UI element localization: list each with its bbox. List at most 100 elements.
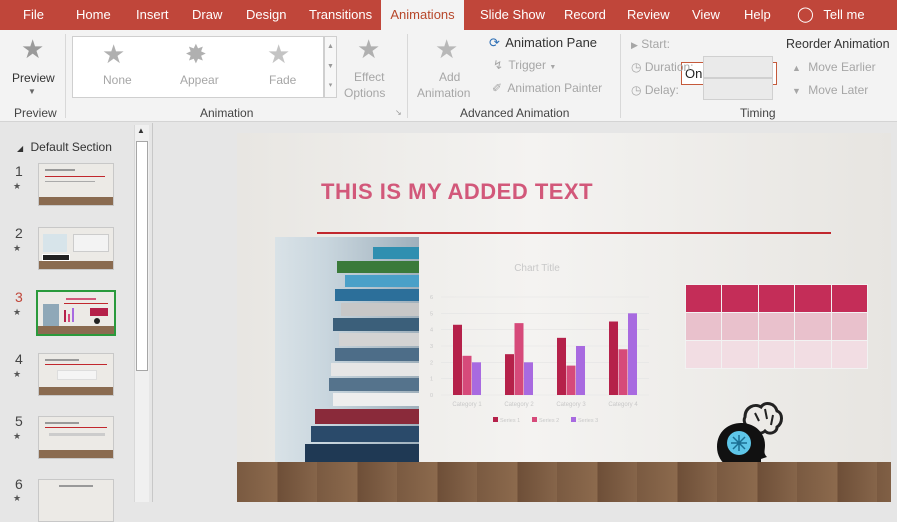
gallery-item-appear[interactable]: ✸ Appear (170, 41, 230, 93)
animation-pane-icon: ⟳ (489, 35, 500, 50)
legend-label: Series 3 (578, 418, 598, 424)
slide-thumbnail-5[interactable] (38, 416, 114, 459)
tab-transitions[interactable]: Transitions (309, 0, 372, 30)
table-cell[interactable] (684, 340, 723, 369)
none-star-icon: ★ (102, 39, 126, 69)
add-animation-label-1: Add (439, 70, 461, 84)
animation-pane-button[interactable]: ⟳ Animation Pane (489, 35, 597, 53)
clock-icon: ◷ (631, 83, 642, 97)
table-header-cell[interactable] (794, 284, 832, 313)
tab-help[interactable]: Help (744, 0, 771, 30)
section-header[interactable]: ◢ Default Section (17, 140, 112, 154)
tab-draw[interactable]: Draw (192, 0, 222, 30)
legend-label: Series 1 (500, 418, 520, 424)
gallery-up-icon[interactable]: ▲ (325, 37, 336, 57)
move-earlier-button[interactable]: ▲ Move Earlier (792, 60, 876, 74)
start-label: ▶ Start: (631, 37, 670, 51)
y-tick-label: 2 (430, 360, 433, 366)
gallery-down-icon[interactable]: ▼ (325, 57, 336, 77)
ribbon-separator (65, 34, 66, 118)
x-tick-label: Category 2 (504, 402, 534, 408)
slide-thumbnail-4[interactable] (38, 353, 114, 396)
thumbnail-scrollbar[interactable]: ▲ (134, 125, 149, 502)
gallery-label-none: None (103, 73, 132, 87)
slide-thumbnail-2[interactable] (38, 227, 114, 270)
chevron-down-icon: ▼ (549, 64, 557, 71)
table-header-cell[interactable] (684, 284, 723, 313)
advanced-animation-group-label: Advanced Animation (460, 106, 570, 120)
bar-chart[interactable]: Chart Title 0 1 2 3 4 5 6 Category 1 Category 2… (417, 253, 657, 438)
chart-x-ticks: Category 1 Category 2 Category 3 Category 4 (452, 402, 638, 408)
table-cell[interactable] (830, 312, 869, 341)
table-cell[interactable] (757, 340, 796, 369)
legend-swatch (571, 417, 576, 422)
legend-label: Series 2 (539, 418, 559, 424)
table-cell[interactable] (684, 312, 723, 341)
animation-painter-button[interactable]: ✐ Animation Painter (492, 81, 602, 99)
effect-options-button[interactable]: ★ Effect Options (342, 34, 400, 102)
x-tick-label: Category 3 (556, 402, 586, 408)
tab-insert[interactable]: Insert (136, 0, 169, 30)
slide-thumbnail-6[interactable] (38, 479, 114, 522)
gallery-item-fade[interactable]: ★ Fade (253, 41, 313, 93)
tab-design[interactable]: Design (246, 0, 286, 30)
move-later-button[interactable]: ▼ Move Later (792, 83, 868, 97)
gallery-scroll[interactable]: ▲ ▼ ▾ (324, 36, 337, 98)
tab-slide-show[interactable]: Slide Show (480, 0, 545, 30)
chart-title: Chart Title (514, 263, 560, 274)
table-header-cell[interactable] (721, 284, 759, 313)
tab-file[interactable]: File (23, 0, 44, 30)
duration-stepper[interactable] (703, 56, 773, 78)
gallery-item-none[interactable]: ★ None (89, 41, 149, 93)
table-row (684, 312, 869, 341)
trigger-button[interactable]: ↯ Trigger ▼ (493, 58, 556, 76)
chart-bar (505, 354, 514, 395)
slide-title[interactable]: THIS IS MY ADDED TEXT (321, 179, 593, 205)
scrollbar-thumb[interactable] (136, 141, 148, 371)
slide-number: 4 (15, 351, 23, 367)
gallery-more-icon[interactable]: ▾ (325, 77, 336, 95)
slide-thumbnail-1[interactable] (38, 163, 114, 206)
preview-button[interactable]: ★ Preview ▼ (8, 34, 60, 100)
tab-view[interactable]: View (692, 0, 720, 30)
slide-number: 6 (15, 476, 23, 492)
y-tick-label: 4 (430, 328, 433, 334)
timing-group-label: Timing (740, 106, 776, 120)
add-animation-icon: ★ (435, 34, 459, 64)
data-table[interactable] (684, 284, 869, 369)
table-cell[interactable] (721, 340, 759, 369)
legend-swatch (493, 417, 498, 422)
reorder-animation-label: Reorder Animation (786, 37, 890, 51)
table-cell[interactable] (794, 340, 832, 369)
delay-stepper[interactable] (703, 78, 773, 100)
slide-thumbnail-3[interactable] (36, 290, 116, 336)
trigger-icon: ↯ (493, 58, 504, 72)
tell-me-search[interactable]: ◯ Tell me (797, 0, 865, 30)
tab-record[interactable]: Record (564, 0, 606, 30)
table-header-cell[interactable] (830, 284, 869, 313)
tab-home[interactable]: Home (76, 0, 111, 30)
trigger-label: Trigger (508, 58, 546, 72)
table-cell[interactable] (721, 312, 759, 341)
chart-bar (618, 349, 628, 395)
play-icon: ▶ (631, 40, 638, 50)
table-header-cell[interactable] (757, 284, 796, 313)
wood-floor (237, 462, 891, 502)
triangle-up-icon: ▲ (792, 63, 801, 73)
book-stack-image[interactable] (275, 237, 419, 462)
slide[interactable]: THIS IS MY ADDED TEXT Chart Title 0 1 2 3 4 5… (237, 133, 891, 502)
table-cell[interactable] (794, 312, 832, 341)
chart-bar (514, 323, 524, 395)
dialog-launcher-icon[interactable]: ↘ (395, 108, 402, 117)
add-animation-button[interactable]: ★ Add Animation (413, 34, 485, 102)
preview-group-label: Preview (14, 106, 57, 120)
table-cell[interactable] (757, 312, 796, 341)
table-cell[interactable] (830, 340, 869, 369)
tab-animations[interactable]: Animations (381, 0, 464, 30)
chart-bar (557, 337, 566, 395)
scroll-up-icon[interactable]: ▲ (137, 126, 145, 135)
chart-y-ticks: 0 1 2 3 4 5 6 (430, 295, 433, 399)
chart-bar (462, 355, 472, 395)
tab-review[interactable]: Review (627, 0, 670, 30)
chevron-down-icon: ▼ (28, 87, 36, 96)
